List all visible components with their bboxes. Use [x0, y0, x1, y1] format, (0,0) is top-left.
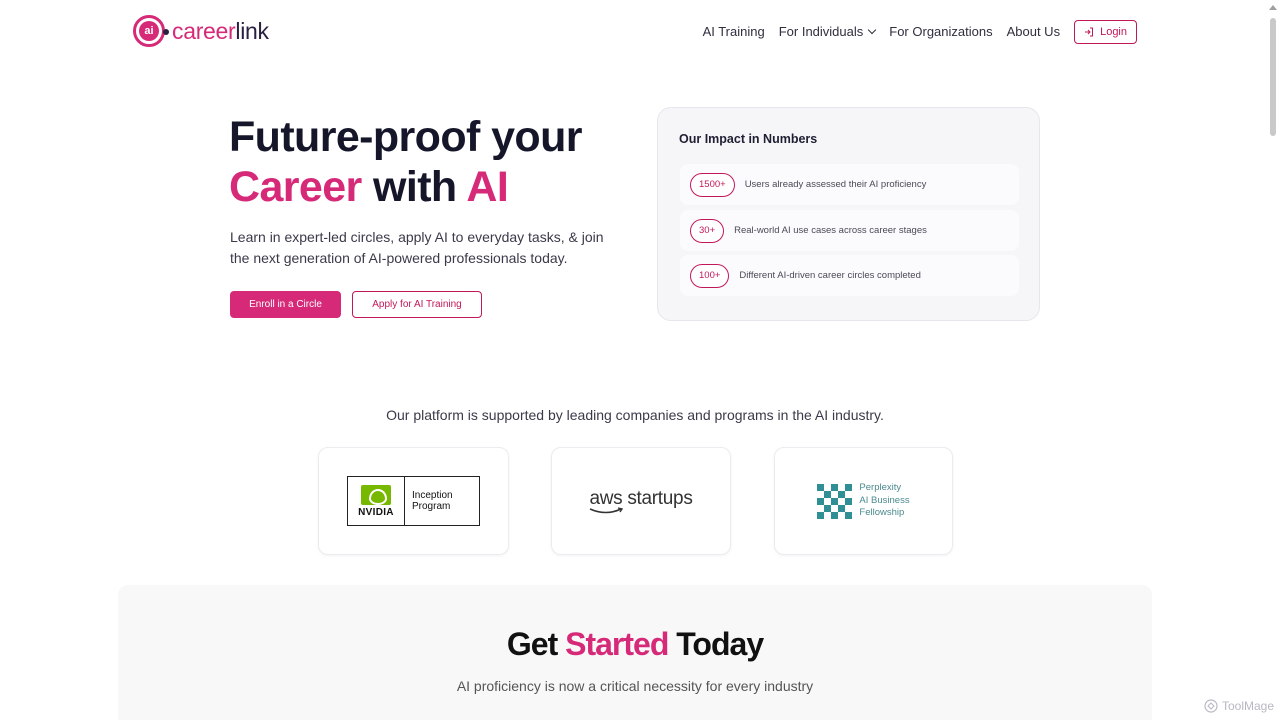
hero-subtitle: Learn in expert-led circles, apply AI to… — [230, 229, 604, 266]
hero-title: Future-proof your Career with AI — [229, 113, 582, 211]
chevron-down-icon — [868, 25, 877, 35]
impact-badge: 100+ — [690, 263, 730, 288]
login-arrow-icon — [1085, 27, 1094, 37]
nav-ai-training[interactable]: AI Training — [703, 20, 765, 44]
impact-text: Different AI-driven career circles compl… — [739, 270, 921, 281]
partner-card-nvidia: NVIDIA Inception Program — [318, 447, 509, 555]
partner-card-perplexity: Perplexity AI Business Fellowship — [774, 447, 953, 555]
get-started-title: Get Started Today — [506, 626, 764, 662]
watermark-logo-icon — [1204, 699, 1218, 713]
logo-wordmark: careerlink — [172, 18, 269, 44]
main-nav: AI Training For Individuals For Organiza… — [689, 20, 1137, 44]
login-button[interactable]: Login — [1074, 20, 1137, 44]
impact-text: Real-world AI use cases across career st… — [734, 225, 927, 236]
impact-item: 1500+ Users already assessed their AI pr… — [680, 164, 1019, 205]
page-scrollbar[interactable] — [1270, 18, 1276, 136]
perplexity-fellowship-logo: Perplexity AI Business Fellowship — [817, 482, 910, 520]
get-started-subtitle: AI proficiency is now a critical necessi… — [456, 678, 814, 694]
nav-for-individuals[interactable]: For Individuals — [779, 20, 877, 44]
impact-badge: 1500+ — [690, 172, 735, 197]
aws-startups-logo: aws startups — [589, 488, 693, 515]
nvidia-eye-icon — [361, 484, 391, 505]
site-header: ai careerlink AI Training For Individual… — [0, 0, 1280, 64]
nvidia-inception-logo: NVIDIA Inception Program — [347, 476, 480, 526]
nav-for-organizations[interactable]: For Organizations — [889, 20, 992, 44]
impact-item: 100+ Different AI-driven career circles … — [680, 255, 1019, 296]
partners-title: Our platform is supported by leading com… — [386, 407, 884, 423]
careerlink-logo[interactable]: ai careerlink — [133, 15, 269, 47]
scroll-up-arrow-icon[interactable] — [1269, 5, 1277, 10]
impact-card: Our Impact in Numbers 1500+ Users alread… — [657, 107, 1040, 321]
partner-card-aws: aws startups — [551, 447, 731, 555]
impact-badge: 30+ — [690, 218, 725, 243]
nav-about-us[interactable]: About Us — [1007, 20, 1060, 44]
impact-item: 30+ Real-world AI use cases across caree… — [680, 210, 1019, 251]
toolmage-watermark: ToolMage — [1204, 699, 1274, 713]
perplexity-grid-icon — [817, 483, 853, 519]
logo-mark-icon: ai — [133, 15, 169, 47]
enroll-circle-button[interactable]: Enroll in a Circle — [230, 291, 341, 318]
apply-ai-training-button[interactable]: Apply for AI Training — [352, 291, 482, 318]
aws-smile-icon — [590, 506, 624, 513]
impact-text: Users already assessed their AI proficie… — [744, 179, 927, 190]
impact-title: Our Impact in Numbers — [679, 132, 818, 146]
